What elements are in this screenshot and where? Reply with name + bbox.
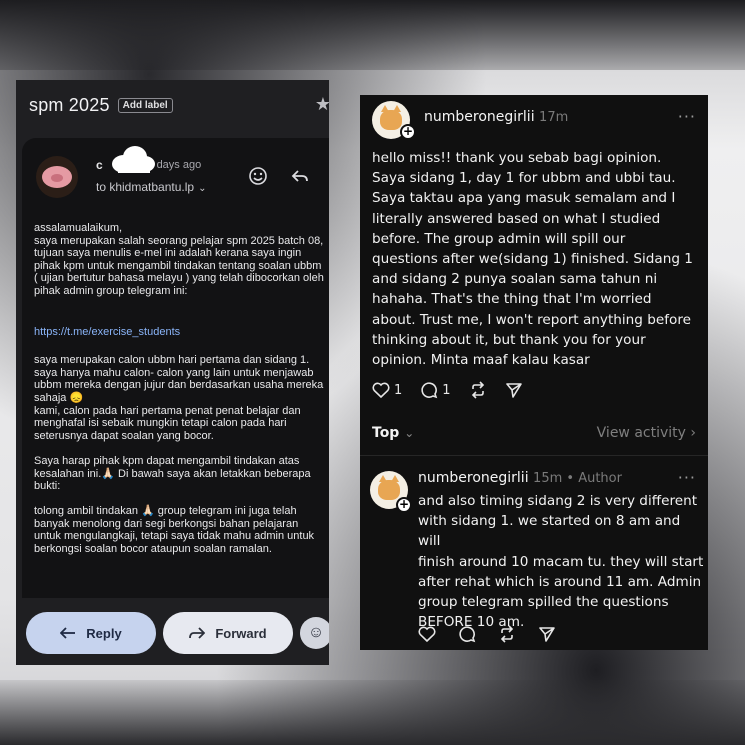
- post-time: 15m: [533, 471, 563, 486]
- email-subject: spm 2025: [29, 94, 110, 115]
- body-paragraph-3: Saya harap pihak kpm dapat mengambil tin…: [34, 454, 314, 493]
- view-activity-link[interactable]: View activity ›: [597, 425, 696, 441]
- share-button[interactable]: [538, 625, 556, 643]
- chevron-down-icon: ⌄: [198, 183, 207, 194]
- star-icon[interactable]: ★: [315, 94, 329, 115]
- reply-button[interactable]: [458, 625, 476, 643]
- post-header: numberonegirlii 15m • Author: [418, 470, 622, 486]
- follow-plus-icon[interactable]: +: [396, 497, 412, 513]
- like-button[interactable]: 1: [372, 382, 402, 398]
- follow-plus-icon[interactable]: +: [400, 124, 416, 140]
- greeting: assalamualaikum,: [34, 222, 123, 234]
- more-horizontal-icon[interactable]: ···: [678, 107, 696, 126]
- reply-button[interactable]: 1: [420, 381, 451, 399]
- add-label-button[interactable]: Add label: [117, 97, 173, 113]
- meta-separator: •: [562, 471, 579, 486]
- avatar[interactable]: [36, 156, 78, 198]
- reply-label: Reply: [86, 625, 122, 641]
- email-panel: spm 2025 Add label ★ c a 3 days ago to k…: [16, 80, 329, 665]
- background-top-band: [0, 0, 745, 70]
- recipient-text: to khidmatbantu.lp: [96, 180, 195, 194]
- sort-row: Top ⌄ View activity ›: [372, 425, 696, 441]
- repost-button[interactable]: [469, 381, 487, 399]
- username[interactable]: numberonegirlii: [424, 109, 535, 125]
- view-activity-label: View activity: [596, 425, 686, 441]
- cat-avatar-image: [378, 475, 400, 500]
- email-body: assalamualaikum, saya merupakan salah se…: [34, 222, 326, 568]
- body-paragraph-4: tolong ambil tindakan 🙏🏻 group telegram …: [34, 505, 318, 556]
- emoji-icon[interactable]: [246, 164, 270, 188]
- emoji-reaction-button[interactable]: ☺: [300, 617, 329, 649]
- email-header: spm 2025 Add label ★: [16, 80, 329, 130]
- reply-button[interactable]: Reply: [26, 612, 156, 654]
- cat-avatar-image: [380, 105, 402, 130]
- comment-icon: [421, 382, 438, 399]
- post-header: numberonegirlii 17m: [424, 109, 568, 125]
- forward-label: Forward: [215, 625, 267, 641]
- username[interactable]: numberonegirlii: [418, 470, 529, 486]
- comment-icon: [459, 626, 476, 643]
- body-paragraph-2: saya merupakan calon ubbm hari pertama d…: [34, 354, 324, 442]
- recipient-row[interactable]: to khidmatbantu.lp ⌄: [96, 180, 206, 194]
- sort-label: Top: [372, 425, 400, 441]
- send-icon: [505, 383, 522, 398]
- cloud-redaction-icon: [112, 146, 155, 173]
- sort-dropdown[interactable]: Top ⌄: [372, 425, 414, 441]
- heart-icon: [372, 382, 390, 398]
- post-actions: [418, 625, 574, 643]
- post-actions: 1 1: [372, 381, 541, 399]
- reply-arrow-icon[interactable]: [288, 164, 312, 188]
- reply-count: 1: [442, 382, 451, 398]
- like-button[interactable]: [418, 626, 436, 642]
- pig-avatar-image: [42, 166, 72, 188]
- chevron-right-icon: ›: [690, 425, 696, 441]
- background-bottom-band: [0, 680, 745, 745]
- heart-icon: [418, 626, 436, 642]
- post-time: 17m: [539, 110, 569, 125]
- post-text: and also timing sidang 2 is very differe…: [418, 493, 704, 631]
- more-vert-icon[interactable]: [322, 164, 329, 188]
- more-horizontal-icon[interactable]: ···: [678, 468, 696, 487]
- repost-icon: [500, 625, 514, 643]
- share-button[interactable]: [505, 381, 523, 399]
- telegram-link[interactable]: https://t.me/exercise_students: [34, 326, 326, 339]
- forward-arrow-icon: [189, 627, 206, 639]
- divider: [360, 455, 708, 456]
- threads-panel: + numberonegirlii 17m ··· hello miss!! t…: [360, 95, 708, 650]
- body-paragraph-1: saya merupakan salah seorang pelajar spm…: [34, 234, 327, 297]
- repost-icon: [471, 381, 484, 399]
- repost-button[interactable]: [498, 625, 516, 643]
- like-count: 1: [394, 382, 403, 398]
- post-text: hello miss!! thank you sebab bagi opinio…: [372, 150, 693, 369]
- send-icon: [539, 627, 555, 642]
- author-tag: Author: [578, 471, 622, 486]
- reply-arrow-icon: [60, 627, 76, 639]
- forward-button[interactable]: Forward: [163, 612, 293, 654]
- chevron-down-icon: ⌄: [404, 426, 415, 440]
